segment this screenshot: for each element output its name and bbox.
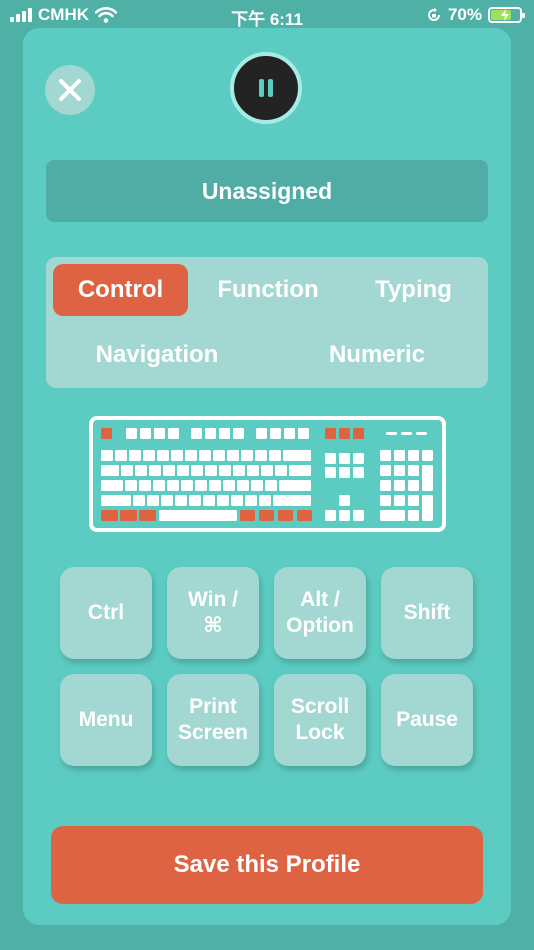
key-print-screen[interactable]: Print Screen — [167, 674, 259, 766]
category-selector: Control Function Typing Navigation Numer… — [46, 257, 488, 388]
key-menu[interactable]: Menu — [60, 674, 152, 766]
key-win-cmd[interactable]: Win / ⌘ — [167, 567, 259, 659]
battery-percent: 70% — [447, 5, 482, 24]
profile-name-field[interactable]: Unassigned — [46, 160, 488, 222]
status-right: 70% — [426, 5, 525, 25]
battery-charging-icon — [488, 7, 525, 23]
category-control[interactable]: Control — [53, 264, 188, 316]
key-pause[interactable]: Pause — [381, 674, 473, 766]
key-shift[interactable]: Shift — [381, 567, 473, 659]
close-button[interactable] — [45, 65, 95, 115]
category-function[interactable]: Function — [198, 264, 338, 316]
profile-panel: Unassigned Control Function Typing Navig… — [23, 28, 511, 925]
pause-button[interactable] — [230, 52, 302, 124]
category-typing[interactable]: Typing — [346, 264, 481, 316]
key-ctrl[interactable]: Ctrl — [60, 567, 152, 659]
category-navigation[interactable]: Navigation — [66, 329, 248, 381]
key-scroll-lock[interactable]: Scroll Lock — [274, 674, 366, 766]
pause-icon — [259, 79, 273, 97]
save-profile-button[interactable]: Save this Profile — [51, 826, 483, 904]
status-bar: CMHK 下午 6:11 70% — [0, 0, 534, 30]
category-numeric[interactable]: Numeric — [296, 329, 458, 381]
key-alt-option[interactable]: Alt / Option — [274, 567, 366, 659]
close-icon — [59, 79, 81, 101]
orientation-lock-icon — [428, 7, 440, 21]
keyboard-icon — [89, 416, 446, 532]
